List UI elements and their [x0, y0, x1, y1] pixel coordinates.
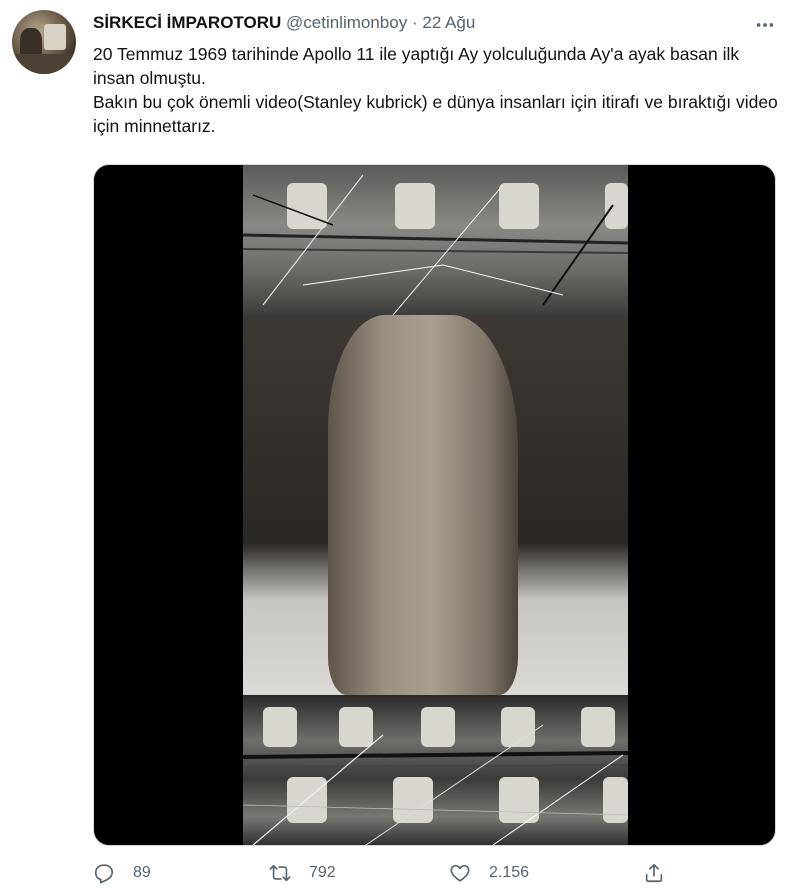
heart-icon: [450, 864, 470, 882]
like-count: 2.156: [489, 864, 530, 881]
tweet-header: SİRKECİ İMPAROTORU @cetinlimonboy · 22 A…: [93, 12, 475, 34]
more-horizontal-icon[interactable]: [754, 14, 776, 36]
tweet[interactable]: SİRKECİ İMPAROTORU @cetinlimonboy · 22 A…: [0, 0, 794, 895]
tweet-text-line: Bakın bu çok önemli video(Stanley kubric…: [93, 92, 778, 136]
reply-button[interactable]: 89: [93, 862, 151, 884]
tweet-actions: 89 792 2.156: [93, 862, 783, 892]
reply-icon: [94, 864, 114, 884]
tweet-date[interactable]: 22 Ağu: [422, 13, 475, 32]
like-button[interactable]: 2.156: [449, 862, 529, 884]
video-player[interactable]: [93, 164, 776, 846]
retweet-count: 792: [309, 864, 336, 881]
video-figure: [328, 315, 518, 695]
retweet-icon: [269, 864, 291, 882]
film-strip-top: [243, 165, 628, 315]
avatar-base-shape: [12, 54, 76, 74]
avatar-light-shape: [44, 24, 66, 50]
share-button[interactable]: [643, 862, 683, 884]
tweet-text-line: 20 Temmuz 1969 tarihinde Apollo 11 ile y…: [93, 44, 740, 88]
author-name[interactable]: SİRKECİ İMPAROTORU: [93, 13, 281, 32]
film-strip-bottom: [243, 695, 628, 845]
reply-count: 89: [133, 864, 151, 881]
retweet-button[interactable]: 792: [269, 862, 336, 884]
video-frame: [243, 165, 628, 845]
author-handle[interactable]: @cetinlimonboy: [286, 13, 407, 32]
avatar[interactable]: [12, 10, 76, 74]
header-separator: ·: [411, 13, 418, 32]
share-icon: [645, 863, 663, 883]
tweet-text: 20 Temmuz 1969 tarihinde Apollo 11 ile y…: [93, 42, 783, 138]
